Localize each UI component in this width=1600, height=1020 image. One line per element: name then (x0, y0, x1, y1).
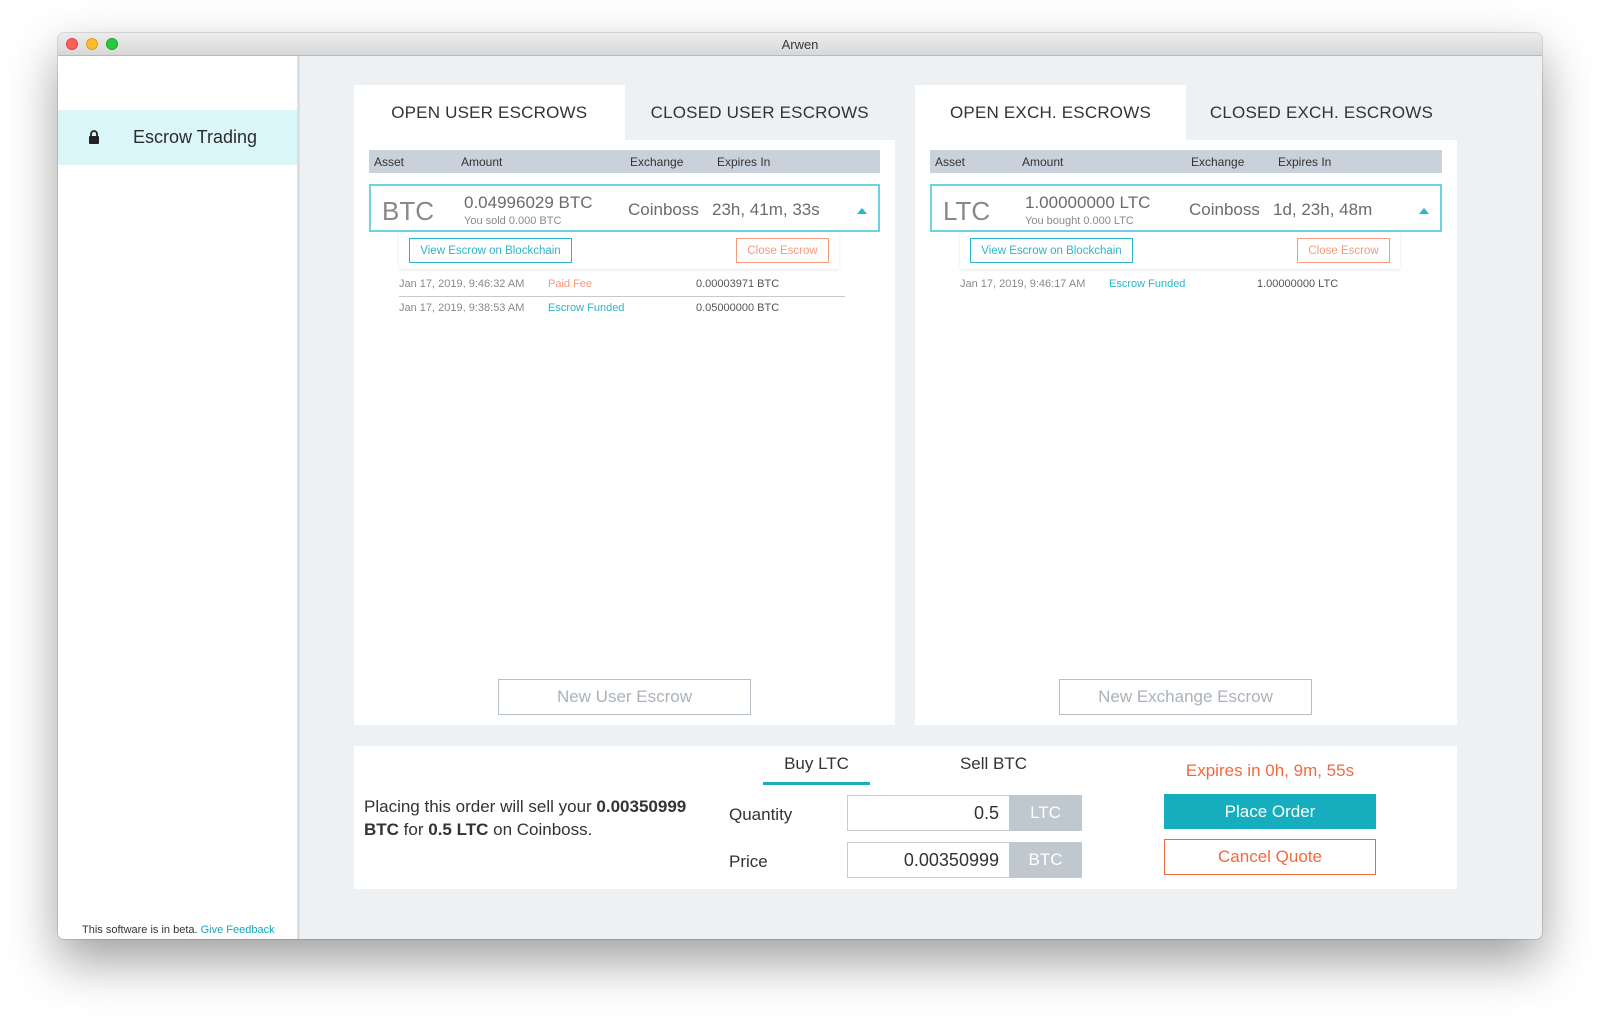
sidebar-item-label: Escrow Trading (133, 127, 258, 147)
lock-icon (89, 130, 99, 144)
escrow-expires: 1d, 23h, 48m (1273, 200, 1373, 219)
history-event: Escrow Funded (1109, 278, 1186, 290)
col-asset: Asset (374, 155, 405, 169)
tab-sell-btc[interactable]: Sell BTC (940, 754, 1047, 774)
price-input[interactable]: 0.00350999 (847, 842, 1009, 878)
sidebar-item-escrow-trading[interactable]: Escrow Trading (58, 110, 297, 165)
quote-expiry: Expires in 0h, 9m, 55s (1185, 761, 1355, 780)
exchange-escrows-panel: OPEN EXCH. ESCROWS CLOSED EXCH. ESCROWS … (915, 85, 1457, 725)
cancel-quote-button[interactable]: Cancel Quote (1164, 839, 1376, 875)
history-date: Jan 17, 2019, 9:46:17 AM (960, 278, 1086, 290)
quantity-input[interactable]: 0.5 (847, 795, 1009, 831)
history-row: Jan 17, 2019, 9:46:17 AM Escrow Funded 1… (960, 272, 1406, 296)
escrow-bought-amount: You bought 0.000 LTC (1025, 215, 1134, 227)
escrow-exchange: Coinboss (628, 200, 699, 219)
col-amount: Amount (461, 155, 503, 169)
new-user-escrow-button[interactable]: New User Escrow (498, 679, 751, 715)
history-event: Paid Fee (548, 278, 593, 290)
col-expires: Expires In (1278, 155, 1332, 169)
table-header: Asset Amount Exchange Expires In (930, 150, 1442, 173)
view-escrow-button[interactable]: View Escrow on Blockchain (409, 238, 572, 263)
col-expires: Expires In (717, 155, 771, 169)
escrow-asset: BTC (382, 196, 434, 226)
view-escrow-button[interactable]: View Escrow on Blockchain (970, 238, 1133, 263)
order-summary: Placing this order will sell your 0.0035… (364, 797, 687, 839)
history-value: 1.00000000 LTC (1257, 278, 1339, 290)
escrow-row[interactable]: LTC 1.00000000 LTC You bought 0.000 LTC … (930, 184, 1442, 232)
history-date: Jan 17, 2019, 9:46:32 AM (399, 278, 525, 290)
history-event: Escrow Funded (548, 302, 625, 314)
place-order-button[interactable]: Place Order (1164, 794, 1376, 829)
close-escrow-button[interactable]: Close Escrow (1297, 238, 1390, 263)
tab-buy-ltc[interactable]: Buy LTC (763, 754, 870, 785)
history-date: Jan 17, 2019, 9:38:53 AM (399, 302, 525, 314)
sidebar: Escrow Trading This software is in beta.… (58, 56, 300, 939)
history-value: 0.05000000 BTC (696, 302, 780, 314)
chevron-up-icon[interactable] (1419, 208, 1429, 214)
close-escrow-button[interactable]: Close Escrow (736, 238, 829, 263)
tab-open-exch-escrows[interactable]: OPEN EXCH. ESCROWS (915, 85, 1186, 140)
history-value: 0.00003971 BTC (696, 278, 780, 290)
escrow-row[interactable]: BTC 0.04996029 BTC You sold 0.000 BTC Co… (369, 184, 880, 232)
window-title: Arwen (781, 37, 819, 52)
chevron-up-icon[interactable] (857, 208, 867, 214)
app-window: Arwen Escrow Trading This software is in… (58, 33, 1542, 939)
col-amount: Amount (1022, 155, 1064, 169)
beta-notice: This software is in beta. Give Feedback (82, 924, 275, 936)
title-bar: Arwen (58, 33, 1542, 56)
escrow-asset: LTC (943, 196, 991, 226)
escrow-actions: View Escrow on Blockchain Close Escrow (960, 232, 1400, 269)
col-exchange: Exchange (630, 155, 684, 169)
give-feedback-link[interactable]: Give Feedback (201, 924, 275, 936)
escrow-amount: 0.04996029 BTC (464, 193, 593, 212)
history-row: Jan 17, 2019, 9:46:32 AM Paid Fee 0.0000… (399, 272, 845, 297)
quantity-unit: LTC (1009, 795, 1082, 831)
quantity-label: Quantity (729, 805, 793, 824)
new-exchange-escrow-button[interactable]: New Exchange Escrow (1059, 679, 1312, 715)
col-asset: Asset (935, 155, 966, 169)
summary-quantity: 0.5 LTC (428, 820, 489, 839)
escrow-amount: 1.00000000 LTC (1025, 193, 1151, 212)
price-unit: BTC (1009, 842, 1082, 878)
col-exchange: Exchange (1191, 155, 1245, 169)
price-label: Price (729, 852, 768, 871)
exchange-escrow-tabs: OPEN EXCH. ESCROWS CLOSED EXCH. ESCROWS (915, 85, 1457, 140)
user-escrow-tabs: OPEN USER ESCROWS CLOSED USER ESCROWS (354, 85, 895, 140)
escrow-actions: View Escrow on Blockchain Close Escrow (399, 232, 839, 269)
user-escrows-panel: OPEN USER ESCROWS CLOSED USER ESCROWS As… (354, 85, 895, 725)
escrow-sold-amount: You sold 0.000 BTC (464, 215, 562, 227)
tab-closed-exch-escrows[interactable]: CLOSED EXCH. ESCROWS (1186, 85, 1457, 140)
tab-closed-user-escrows[interactable]: CLOSED USER ESCROWS (625, 85, 896, 140)
escrow-exchange: Coinboss (1189, 200, 1260, 219)
table-header: Asset Amount Exchange Expires In (369, 150, 880, 173)
escrow-expires: 23h, 41m, 33s (712, 200, 820, 219)
history-row: Jan 17, 2019, 9:38:53 AM Escrow Funded 0… (399, 296, 845, 320)
order-panel: Placing this order will sell your 0.0035… (354, 746, 1457, 889)
tab-open-user-escrows[interactable]: OPEN USER ESCROWS (354, 85, 625, 140)
